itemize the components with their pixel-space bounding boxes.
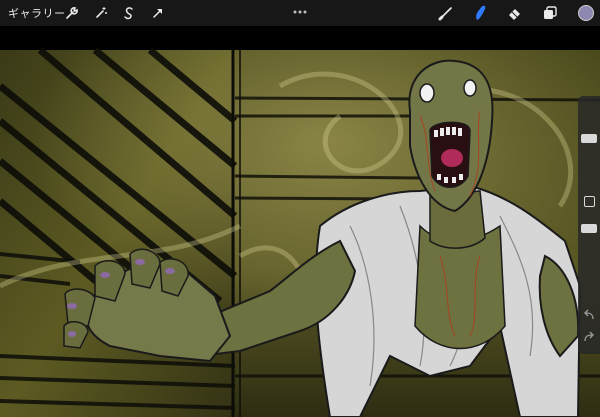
opacity-slider[interactable] <box>581 224 597 233</box>
layers-icon[interactable] <box>540 3 560 23</box>
procreate-app: ギャラリー <box>0 0 600 417</box>
redo-icon[interactable] <box>582 328 596 342</box>
wrench-icon[interactable] <box>62 3 82 23</box>
eraser-icon[interactable] <box>505 3 525 23</box>
modify-square-icon[interactable] <box>584 196 595 207</box>
brush-icon[interactable] <box>436 3 456 23</box>
transform-arrow-icon[interactable] <box>148 3 168 23</box>
color-swatch[interactable] <box>576 3 596 23</box>
selection-s-icon[interactable] <box>119 3 139 23</box>
brush-sidebar <box>578 96 600 354</box>
more-options-icon[interactable] <box>290 2 310 14</box>
top-toolbar: ギャラリー <box>0 0 600 26</box>
drawing-canvas[interactable] <box>0 26 600 417</box>
gallery-button[interactable]: ギャラリー <box>8 5 66 21</box>
smudge-icon[interactable] <box>470 3 490 23</box>
brush-size-slider[interactable] <box>581 134 597 143</box>
undo-icon[interactable] <box>582 306 596 320</box>
magic-wand-icon[interactable] <box>91 3 111 23</box>
